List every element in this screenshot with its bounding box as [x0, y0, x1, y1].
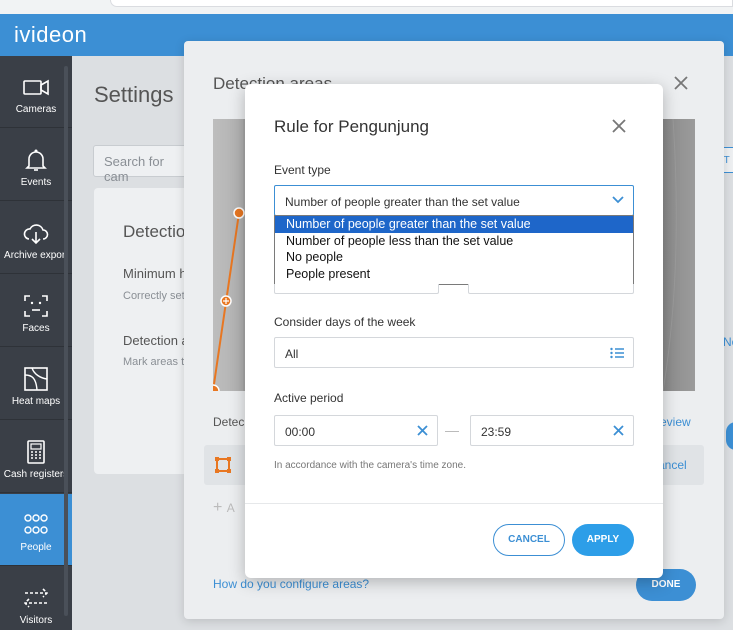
add-area-label: A [226, 501, 235, 515]
days-of-week-select[interactable]: All [274, 337, 634, 368]
period-dash [445, 431, 459, 432]
apply-button[interactable]: APPLY [572, 524, 634, 556]
dropdown-option[interactable]: Number of people greater than the set va… [275, 216, 633, 233]
sidebar-item-label: Cameras [15, 104, 57, 115]
detection-areas-label: Detection a [123, 333, 189, 348]
sidebar-item-label: Heat maps [11, 396, 61, 407]
value-input-hidden-2[interactable] [468, 284, 634, 294]
days-of-week-label: Consider days of the week [274, 315, 416, 329]
value-input-hidden[interactable] [274, 284, 439, 294]
browser-address-bar [110, 0, 733, 7]
sidebar-item-label: Faces [22, 323, 50, 334]
close-icon[interactable] [611, 118, 627, 134]
card-title: Detectio [123, 222, 186, 241]
sidebar-item-label: Visitors [19, 615, 53, 626]
detection-settings-card: Detectio Minimum h Correctly set Detecti… [94, 188, 194, 474]
bell-icon [25, 149, 47, 171]
camera-icon [23, 79, 49, 96]
side-action-button[interactable] [726, 422, 733, 450]
period-from-input[interactable]: 00:00 [274, 415, 438, 446]
timezone-hint: In accordance with the camera's time zon… [274, 460, 467, 471]
clear-icon[interactable] [613, 425, 624, 436]
sidebar-item-label: People [20, 542, 52, 553]
sidebar-item-label: Events [20, 177, 52, 188]
dropdown-option[interactable]: People present [275, 266, 633, 283]
event-type-dropdown-list: Number of people greater than the set va… [274, 215, 634, 285]
period-to-input[interactable]: 23:59 [470, 415, 634, 446]
event-type-value: Number of people greater than the set va… [285, 195, 520, 209]
event-type-label: Event type [274, 163, 331, 177]
cloud-download-icon [23, 224, 49, 245]
period-to-value: 23:59 [481, 425, 512, 439]
modal-title: Rule for Pengunjung [274, 117, 430, 136]
sidebar-item-cash-registers[interactable]: Cash registers [0, 421, 72, 493]
sidebar-item-heat-maps[interactable]: Heat maps [0, 348, 72, 420]
people-icon [24, 514, 48, 534]
cancel-button[interactable]: CANCEL [493, 524, 565, 556]
visitors-arrows-icon [23, 588, 49, 608]
face-scan-icon [24, 295, 48, 317]
list-icon [610, 347, 624, 359]
sidebar-item-archive-export[interactable]: Archive export [0, 202, 72, 274]
clear-icon[interactable] [417, 425, 428, 436]
search-input[interactable]: Search for cam [93, 145, 193, 184]
review-link[interactable]: eview [660, 415, 691, 429]
area-shape-icon [215, 457, 231, 473]
sidebar-item-people[interactable]: People [0, 494, 72, 566]
cash-register-icon [27, 440, 45, 464]
days-value: All [285, 347, 299, 361]
event-type-select[interactable]: Number of people greater than the set va… [274, 185, 634, 216]
detection-areas-hint: Mark areas to [123, 356, 191, 368]
sidebar-item-label: Cash registers [3, 469, 69, 480]
footer-divider [245, 503, 663, 504]
sidebar: Cameras Events Archive export Faces Heat… [0, 56, 72, 630]
sidebar-item-cameras[interactable]: Cameras [0, 56, 72, 128]
chevron-down-icon [612, 196, 624, 204]
sidebar-item-events[interactable]: Events [0, 129, 72, 201]
minimum-height-label: Minimum h [123, 266, 187, 281]
heat-map-icon [24, 367, 48, 391]
add-area-button[interactable]: + A [213, 499, 235, 517]
sidebar-item-faces[interactable]: Faces [0, 275, 72, 347]
dropdown-option[interactable]: Number of people less than the set value [275, 233, 633, 250]
browser-top-strip [0, 0, 733, 14]
dropdown-option[interactable]: No people [275, 249, 633, 266]
sidebar-scrollbar[interactable] [64, 66, 68, 616]
rule-modal: Rule for Pengunjung Event type Number of… [245, 84, 663, 578]
page-title: Settings [94, 82, 174, 107]
period-from-value: 00:00 [285, 425, 316, 439]
help-configure-areas-link[interactable]: How do you configure areas? [213, 577, 369, 591]
active-period-label: Active period [274, 391, 344, 405]
close-icon[interactable] [672, 74, 690, 92]
sidebar-item-label: Archive export [4, 250, 68, 261]
minimum-height-hint: Correctly set [123, 290, 185, 302]
detection-label: Detec [213, 415, 245, 429]
plus-icon: + [213, 499, 223, 516]
app-logo[interactable]: ivideon [14, 22, 87, 48]
side-link[interactable]: No [723, 335, 733, 349]
sidebar-item-visitors[interactable]: Visitors [0, 567, 72, 630]
